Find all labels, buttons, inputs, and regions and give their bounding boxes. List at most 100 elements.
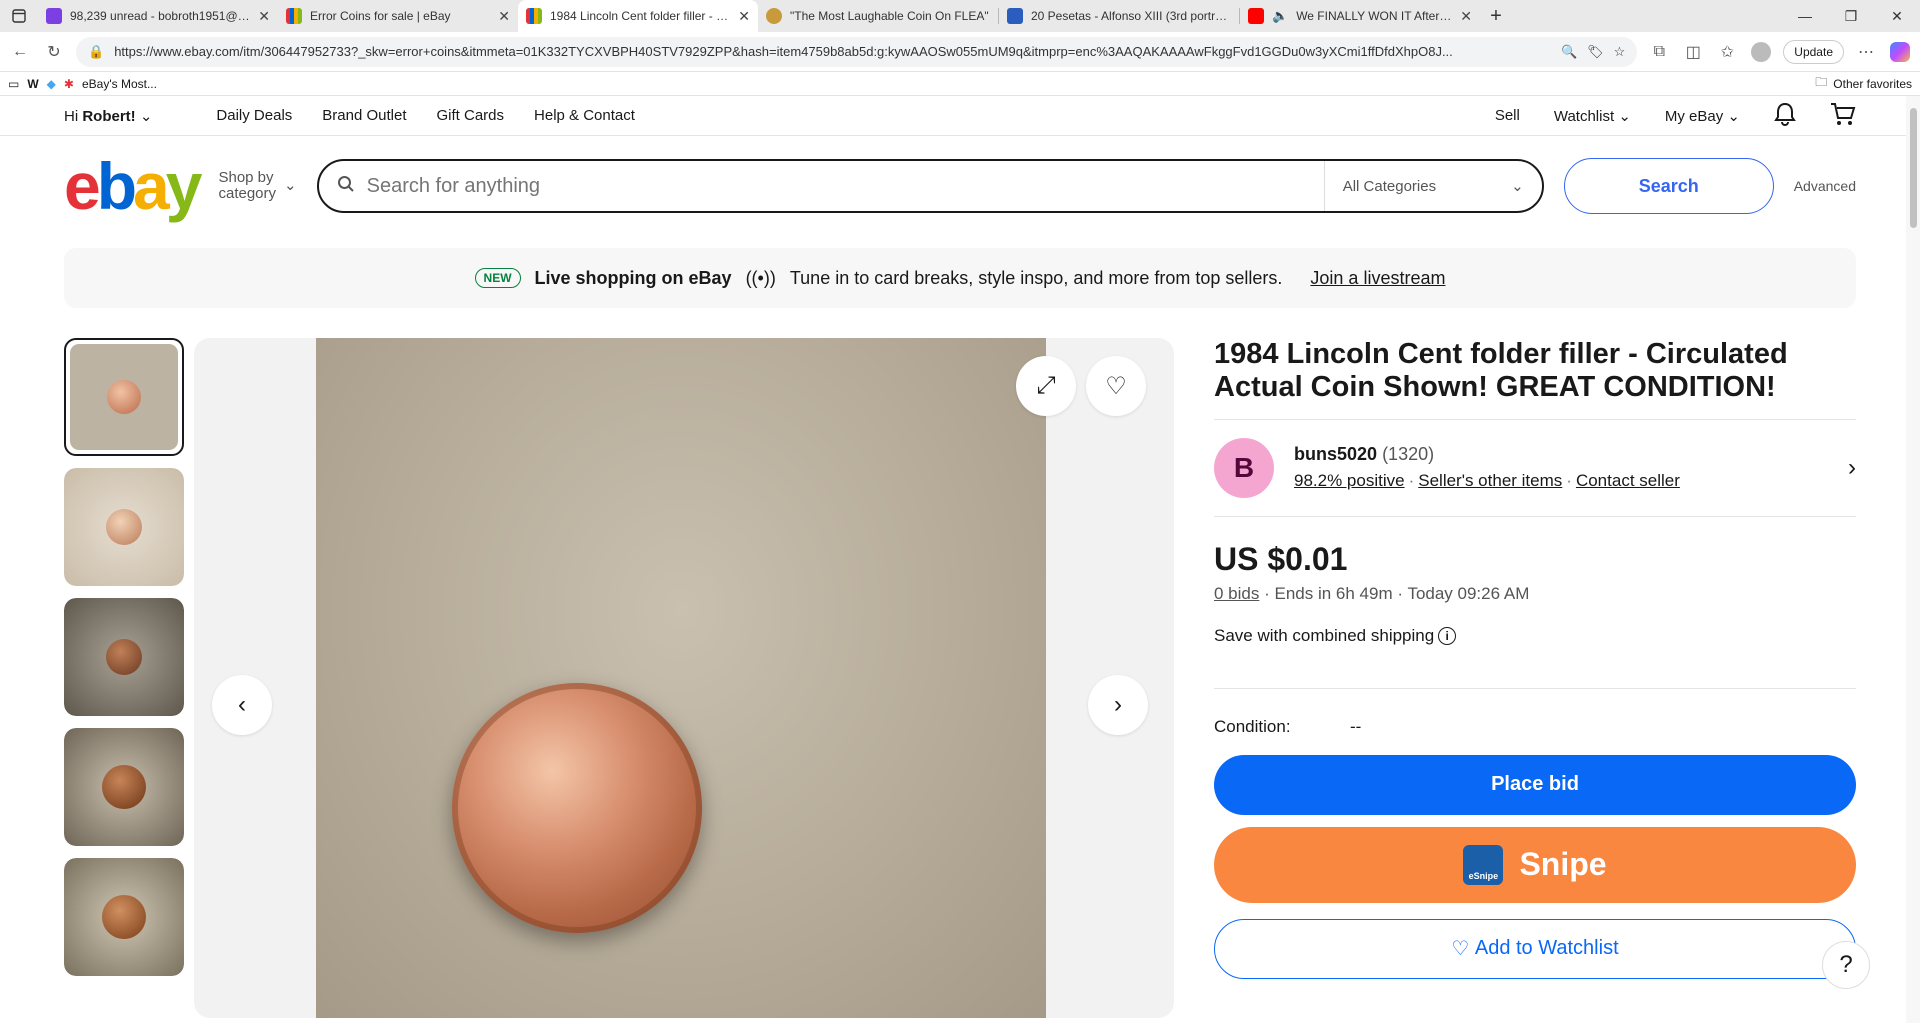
nav-watchlist[interactable]: Watchlist ⌄ (1554, 107, 1631, 125)
favorite-star-icon[interactable]: ☆ (1614, 44, 1626, 60)
thumbnail-3[interactable] (64, 598, 184, 716)
category-select[interactable]: All Categories ⌄ (1323, 161, 1524, 211)
restore-icon[interactable]: ❐ (1828, 8, 1874, 25)
place-bid-button[interactable]: Place bid (1214, 754, 1856, 815)
shipping-text: Save with combined shipping (1214, 625, 1435, 645)
heart-icon[interactable]: ♡ (1086, 356, 1146, 416)
thumbnail-5[interactable] (64, 858, 184, 976)
broadcast-icon: ((•)) (745, 267, 776, 288)
help-button[interactable]: ? (1822, 941, 1870, 989)
search-button[interactable]: Search (1563, 158, 1774, 214)
seller-avatar: B (1214, 437, 1274, 498)
tab-title: 20 Pesetas - Alfonso XIII (3rd portrait) (1031, 9, 1231, 23)
nav-sell[interactable]: Sell (1495, 107, 1520, 124)
browser-tab-youtube[interactable]: 🔈 We FINALLY WON IT After Years ✕ (1240, 0, 1480, 32)
add-to-watchlist-button[interactable]: ♡ Add to Watchlist (1214, 918, 1856, 979)
item-details: 1984 Lincoln Cent folder filler - Circul… (1214, 338, 1856, 1018)
split-screen-icon[interactable]: ◫ (1681, 40, 1705, 64)
main-product-image[interactable] (316, 338, 1046, 1018)
nav-daily-deals[interactable]: Daily Deals (216, 107, 292, 124)
favorites-icon[interactable]: ✩ (1715, 40, 1739, 64)
condition-row: Condition: -- (1214, 717, 1856, 737)
seller-name[interactable]: buns5020 (1294, 444, 1377, 464)
contact-seller-link[interactable]: Contact seller (1576, 471, 1680, 490)
shop-by-label: Shop by category (218, 169, 277, 203)
cart-icon[interactable] (1830, 102, 1856, 130)
info-icon[interactable]: i (1438, 626, 1457, 645)
url-field[interactable]: 🔒 https://www.ebay.com/itm/306447952733?… (76, 36, 1638, 67)
banner-text: Tune in to card breaks, style inspo, and… (789, 267, 1283, 288)
reading-list-icon[interactable]: ▭ (8, 77, 19, 91)
favorites-bar: ▭ W ◆ ✱ eBay's Most... 🗀 Other favorites (0, 72, 1920, 96)
speaker-icon[interactable]: 🔈 (1272, 8, 1288, 24)
item-price: US $0.01 (1214, 540, 1348, 577)
tab-actions-icon[interactable] (0, 0, 38, 32)
search-input[interactable] (366, 174, 1312, 198)
nav-gift-cards[interactable]: Gift Cards (437, 107, 505, 124)
minimize-icon[interactable]: — (1782, 8, 1828, 25)
address-bar-row: ← ↻ 🔒 https://www.ebay.com/itm/306447952… (0, 32, 1920, 72)
snipe-label: Snipe (1519, 846, 1607, 883)
other-favorites[interactable]: 🗀 Other favorites (1815, 73, 1912, 94)
copilot-icon[interactable] (1888, 40, 1912, 64)
browser-tab-active[interactable]: 1984 Lincoln Cent folder filler - Circul… (518, 0, 758, 32)
close-tab-icon[interactable]: ✕ (498, 8, 510, 25)
search-box: All Categories ⌄ (316, 159, 1544, 213)
profile-avatar-icon[interactable] (1749, 40, 1773, 64)
coupon-icon[interactable]: 🏷 (1587, 44, 1604, 60)
thumbnail-2[interactable] (64, 468, 184, 586)
notification-bell-icon[interactable] (1774, 102, 1796, 130)
more-menu-icon[interactable]: ⋯ (1854, 40, 1878, 64)
fav-w-icon[interactable]: W (27, 77, 38, 91)
condition-label: Condition: (1214, 716, 1291, 736)
fav-ebay-icon: ✱ (63, 76, 74, 91)
zoom-icon[interactable]: 🔍 (1561, 44, 1577, 60)
ends-time: Today 09:26 AM (1407, 583, 1530, 603)
extensions-icon[interactable]: ⧉ (1647, 40, 1671, 64)
fav-diamond-icon[interactable]: ◆ (47, 77, 56, 91)
site-info-icon[interactable]: 🔒 (88, 44, 104, 60)
nav-brand-outlet[interactable]: Brand Outlet (322, 107, 406, 124)
shop-by-category[interactable]: Shop by category ⌄ (218, 169, 296, 203)
user-greeting[interactable]: Hi Robert! ⌄ (64, 107, 152, 125)
favorite-link[interactable]: eBay's Most... (82, 77, 157, 91)
close-window-icon[interactable]: ✕ (1874, 8, 1920, 25)
close-tab-icon[interactable]: ✕ (1460, 8, 1472, 25)
nav-my-ebay[interactable]: My eBay ⌄ (1665, 107, 1740, 125)
search-icon (337, 175, 355, 198)
numista-favicon-icon (1007, 8, 1023, 24)
advanced-search-link[interactable]: Advanced (1794, 178, 1856, 194)
seller-card[interactable]: B buns5020 (1320) 98.2% positive · Seller'… (1214, 420, 1856, 517)
snipe-button[interactable]: eSnipe Snipe (1214, 826, 1856, 903)
thumbnail-1[interactable] (64, 338, 184, 456)
ebay-logo[interactable]: ebay (64, 153, 202, 219)
scrollbar[interactable] (1906, 96, 1920, 1023)
next-image-chevron-right-icon[interactable]: › (1088, 675, 1148, 735)
seller-other-items-link[interactable]: Seller's other items (1418, 471, 1562, 490)
tab-title: 98,239 unread - bobroth1951@yahoo.com (70, 9, 251, 23)
chevron-right-icon[interactable]: › (1848, 454, 1856, 482)
divider (1214, 687, 1856, 689)
new-tab-plus-icon[interactable]: + (1480, 5, 1512, 28)
scrollbar-thumb[interactable] (1910, 108, 1917, 228)
close-tab-icon[interactable]: ✕ (738, 8, 750, 25)
browser-tab-error-coins[interactable]: Error Coins for sale | eBay ✕ (278, 0, 518, 32)
close-tab-icon[interactable]: ✕ (258, 8, 270, 25)
window-controls: — ❐ ✕ (1782, 8, 1920, 25)
back-icon[interactable]: ← (8, 40, 32, 64)
browser-tab-mail[interactable]: 98,239 unread - bobroth1951@yahoo.com ✕ (38, 0, 278, 32)
shop-by-line2: category (218, 185, 277, 202)
positive-feedback-link[interactable]: 98.2% positive (1294, 471, 1405, 490)
nav-help-contact[interactable]: Help & Contact (534, 107, 635, 124)
prev-image-chevron-left-icon[interactable]: ‹ (212, 675, 272, 735)
expand-icon[interactable]: ⤢ (1016, 356, 1076, 416)
update-button[interactable]: Update (1783, 39, 1844, 64)
browser-tab-bar: 98,239 unread - bobroth1951@yahoo.com ✕ … (0, 0, 1920, 32)
thumbnail-4[interactable] (64, 728, 184, 846)
coin-favicon-icon (766, 8, 782, 24)
browser-tab-laughable-coin[interactable]: "The Most Laughable Coin On FLEA" (758, 0, 998, 32)
bids-link[interactable]: 0 bids (1214, 584, 1259, 603)
refresh-icon[interactable]: ↻ (42, 40, 66, 64)
join-livestream-link[interactable]: Join a livestream (1310, 268, 1445, 289)
browser-tab-pesetas[interactable]: 20 Pesetas - Alfonso XIII (3rd portrait) (999, 0, 1239, 32)
